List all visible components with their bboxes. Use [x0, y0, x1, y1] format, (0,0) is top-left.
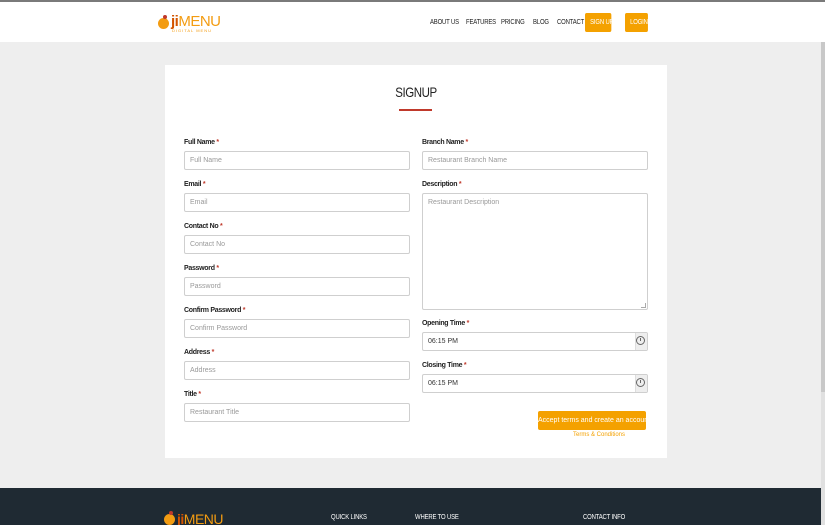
nav-contact[interactable]: CONTACT	[557, 19, 584, 26]
closing-time-picker[interactable]	[635, 375, 647, 392]
terms-link[interactable]: Terms & Conditions	[573, 432, 625, 438]
signup-card: SIGNUP Full Name * Full Name Email * Ema…	[165, 65, 667, 458]
description-placeholder: Restaurant Description	[428, 199, 500, 206]
branch-name-input[interactable]: Restaurant Branch Name	[422, 151, 648, 170]
footer-where-to-use-heading: WHERE TO USE	[415, 514, 459, 521]
site-footer: jiMENU QUICK LINKS WHERE TO USE CONTACT …	[0, 488, 825, 525]
brand-tagline: DIGITAL MENU	[172, 28, 213, 33]
nav-pricing[interactable]: PRICING	[501, 19, 528, 26]
footer-logo[interactable]: jiMENU	[164, 511, 224, 525]
footer-quick-links-heading: QUICK LINKS	[331, 514, 367, 521]
closing-time-label: Closing Time *	[422, 362, 467, 369]
full-name-label: Full Name *	[184, 139, 219, 146]
footer-brand-part2: MENU	[183, 511, 224, 525]
password-label: Password *	[184, 265, 219, 272]
password-input[interactable]: Password	[184, 277, 410, 296]
opening-time-value: 06:15 PM	[428, 338, 458, 345]
title-input[interactable]: Restaurant Title	[184, 403, 410, 422]
nav-about[interactable]: ABOUT US	[430, 19, 461, 26]
clock-icon	[636, 336, 645, 345]
resize-handle-icon[interactable]	[641, 303, 646, 308]
contact-input[interactable]: Contact No	[184, 235, 410, 254]
clock-icon	[636, 378, 645, 387]
footer-contact-info-heading: CONTACT INFO	[583, 514, 626, 521]
nav-features[interactable]: FEATURES	[466, 19, 496, 26]
title-underline	[399, 109, 432, 111]
opening-time-input[interactable]: 06:15 PM	[422, 332, 648, 351]
confirm-password-label: Confirm Password *	[184, 307, 246, 314]
footer-brand-name: jiMENU	[177, 511, 224, 525]
contact-label: Contact No *	[184, 223, 223, 230]
description-textarea[interactable]: Restaurant Description	[422, 193, 648, 310]
address-input[interactable]: Address	[184, 361, 410, 380]
branch-name-label: Branch Name *	[422, 139, 468, 146]
create-account-button[interactable]: Accept terms and create an account	[538, 411, 650, 430]
signup-button[interactable]: SIGN UP	[585, 13, 614, 32]
site-header: jiMENU DIGITAL MENU ABOUT US FEATURES PR…	[0, 2, 825, 42]
footer-brand-part1: ji	[177, 511, 184, 525]
title-label: Title *	[184, 391, 201, 398]
closing-time-input[interactable]: 06:15 PM	[422, 374, 648, 393]
full-name-input[interactable]: Full Name	[184, 151, 410, 170]
main-nav: ABOUT US FEATURES PRICING BLOG CONTACT S…	[430, 13, 652, 32]
login-button[interactable]: LOGIN	[625, 13, 648, 32]
nav-blog[interactable]: BLOG	[533, 19, 553, 26]
confirm-password-input[interactable]: Confirm Password	[184, 319, 410, 338]
scrollbar-thumb[interactable]	[821, 42, 825, 392]
logo-icon	[158, 15, 169, 29]
opening-time-picker[interactable]	[635, 333, 647, 350]
opening-time-label: Opening Time *	[422, 320, 470, 327]
brand-logo[interactable]: jiMENU DIGITAL MENU	[158, 14, 221, 34]
logo-icon	[164, 511, 175, 525]
description-label: Description *	[422, 181, 462, 188]
page-title: SIGNUP	[395, 84, 437, 100]
email-input[interactable]: Email	[184, 193, 410, 212]
brand-name: jiMENU	[171, 14, 221, 29]
closing-time-value: 06:15 PM	[428, 380, 458, 387]
address-label: Address *	[184, 349, 215, 356]
email-label: Email *	[184, 181, 206, 188]
